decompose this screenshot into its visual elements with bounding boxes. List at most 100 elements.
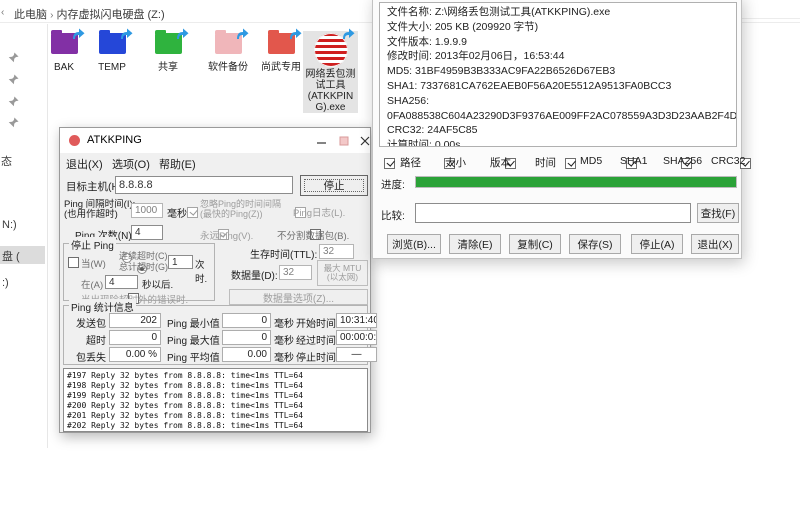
data-size-input[interactable]: 32	[279, 265, 312, 280]
stop-after-label: 在(A)	[81, 277, 103, 291]
path-checkbox-label: 路径	[400, 155, 421, 170]
timeout-times-input[interactable]: 1	[168, 255, 193, 269]
browse-button[interactable]: 浏览(B)...	[387, 234, 441, 254]
ttl-input[interactable]: 32	[319, 244, 354, 259]
stat-avg-unit: 毫秒	[274, 349, 294, 364]
sidebar-divider	[47, 24, 48, 448]
stat-start-label: 开始时间	[296, 315, 336, 330]
pin-icon	[8, 74, 19, 85]
stat-min-value: 0	[222, 313, 271, 328]
target-host-input[interactable]: 8.8.8.8	[115, 176, 293, 194]
atkkping-titlebar-icon	[69, 135, 80, 146]
file-folder-bak[interactable]: BAK	[42, 33, 86, 73]
sha1-checkbox-label: SHA1	[620, 155, 647, 167]
file-atkkping-exe[interactable]: 网络丢包测 试工具 (ATKKPIN G).exe	[303, 31, 358, 113]
file-folder-share[interactable]: 共享	[146, 33, 190, 73]
time-checkbox[interactable]	[565, 158, 576, 169]
pin-icon	[8, 52, 19, 63]
interval-label: Ping 间隔时间(I): (也用作超时)	[64, 200, 135, 220]
hash-tool-window: 文件名称: Z:\网络丢包测试工具(ATKKPING).exe 文件大小: 20…	[372, 0, 742, 259]
pin-icon	[8, 117, 19, 128]
sidebar-item-drive-i[interactable]: :)	[2, 277, 9, 289]
stat-loss-label: 包丢失	[66, 349, 106, 364]
sync-arrow-icon	[289, 27, 302, 40]
sync-arrow-icon	[176, 27, 189, 40]
desktop: ‹ 此电脑 › 内存虚拟闪电硬盘 (Z:) 态 N:) 盘 ( :) BAK T…	[0, 0, 800, 512]
folder-icon	[215, 33, 242, 54]
log-line: #197 Reply 32 bytes from 8.8.8.8: time<1…	[67, 371, 364, 381]
stat-stop-value: —	[336, 347, 377, 362]
minimize-button[interactable]	[313, 133, 330, 148]
stop-button-label: 停止	[304, 179, 364, 192]
atkkping-window-title: ATKKPING	[87, 134, 142, 146]
pin-icon	[8, 96, 19, 107]
ping-log-area[interactable]: #197 Reply 32 bytes from 8.8.8.8: time<1…	[63, 368, 368, 432]
log-line: #199 Reply 32 bytes from 8.8.8.8: time<1…	[67, 391, 364, 401]
ping-count-input[interactable]: 4	[131, 225, 163, 240]
stat-sent-value: 202	[109, 313, 161, 328]
ping-stats-title: Ping 统计信息	[69, 299, 136, 314]
find-button[interactable]: 查找(F)	[697, 203, 739, 223]
file-folder-software-backup[interactable]: 软件备份	[204, 33, 252, 73]
stat-avg-value: 0.00	[222, 347, 271, 362]
no-fragment-label: 不分割数据包(B).	[277, 228, 349, 242]
calc-time-line: 计算时间: 0.00s	[387, 138, 729, 147]
sha256-line: SHA256: 0FA088538C604A23290D3F9376AE009F…	[387, 94, 729, 124]
breadcrumb-current-drive[interactable]: 内存虚拟闪电硬盘 (Z:)	[56, 9, 164, 21]
compare-label: 比较:	[381, 208, 405, 223]
stop-after-suffix: 秒以后.	[142, 277, 173, 291]
hash-info-area[interactable]: 文件名称: Z:\网络丢包测试工具(ATKKPING).exe 文件大小: 20…	[379, 2, 737, 147]
atkkping-app-icon	[314, 33, 348, 67]
file-folder-shangwu[interactable]: 尚武专用	[257, 33, 305, 73]
version-checkbox-label: 版本	[490, 155, 511, 170]
sidebar-item-drive-n[interactable]: N:)	[2, 219, 17, 231]
stop-after-input[interactable]: 4	[105, 275, 138, 289]
stop-hash-button[interactable]: 停止(A)	[631, 234, 683, 254]
menu-exit[interactable]: 退出(X)	[66, 156, 103, 172]
file-label: 共享	[146, 62, 190, 73]
background-window-edge	[742, 18, 800, 19]
interval-input[interactable]: 1000	[131, 203, 163, 218]
compare-input[interactable]	[415, 203, 691, 223]
log-line: #200 Reply 32 bytes from 8.8.8.8: time<1…	[67, 401, 364, 411]
menu-help[interactable]: 帮助(E)	[159, 156, 196, 172]
stat-avg-label: Ping 平均值	[167, 349, 220, 364]
close-button[interactable]	[356, 133, 373, 148]
save-button[interactable]: 保存(S)	[569, 234, 621, 254]
size-checkbox-label: 大小	[445, 155, 466, 170]
maximize-button[interactable]	[335, 133, 352, 148]
menu-options[interactable]: 选项(O)	[112, 156, 150, 172]
sidebar-item-drive-z[interactable]: 盘 (	[2, 248, 20, 264]
stat-elapsed-label: 经过时间	[296, 332, 336, 347]
log-line: #198 Reply 32 bytes from 8.8.8.8: time<1…	[67, 381, 364, 391]
exit-button[interactable]: 退出(X)	[691, 234, 739, 254]
minimize-icon	[317, 136, 327, 146]
log-line: #201 Reply 32 bytes from 8.8.8.8: time<1…	[67, 411, 364, 421]
stop-when-label: 当(W)	[81, 256, 106, 270]
copy-button[interactable]: 复制(C)	[509, 234, 561, 254]
path-checkbox[interactable]	[384, 158, 395, 169]
total-timeout-label: 总计超时(G)	[119, 260, 168, 273]
stop-button[interactable]: 停止	[300, 175, 368, 196]
maximize-icon	[339, 136, 349, 146]
breadcrumb-this-pc[interactable]: 此电脑	[14, 9, 47, 21]
data-size-options-button[interactable]: 数据量选项(Z)...	[229, 289, 368, 305]
stat-max-unit: 毫秒	[274, 332, 294, 347]
timeout-times-suffix: 次时.	[195, 257, 214, 285]
sync-arrow-icon	[342, 27, 355, 40]
ignore-interval-checkbox[interactable]	[187, 207, 198, 218]
stat-elapsed-value: 00:00:0:	[336, 330, 377, 345]
sidebar-item-fragment[interactable]: 态	[1, 153, 12, 169]
file-folder-temp[interactable]: TEMP	[90, 33, 134, 73]
stat-max-label: Ping 最大值	[167, 332, 220, 347]
ttl-label: 生存时间(TTL):	[250, 246, 317, 261]
breadcrumb-back-fragment[interactable]: ‹	[1, 7, 4, 18]
atkkping-titlebar[interactable]: ATKKPING	[60, 128, 370, 153]
progress-label: 进度:	[381, 177, 405, 192]
file-size-line: 文件大小: 205 KB (209920 字节)	[387, 20, 729, 35]
clear-button[interactable]: 清除(E)	[449, 234, 501, 254]
max-mtu-button[interactable]: 最大 MTU (以太网)	[317, 260, 368, 286]
stop-when-checkbox[interactable]	[68, 257, 79, 268]
file-label: 网络丢包测 试工具 (ATKKPIN G).exe	[303, 69, 358, 113]
stat-loss-value: 0.00 %	[109, 347, 161, 362]
